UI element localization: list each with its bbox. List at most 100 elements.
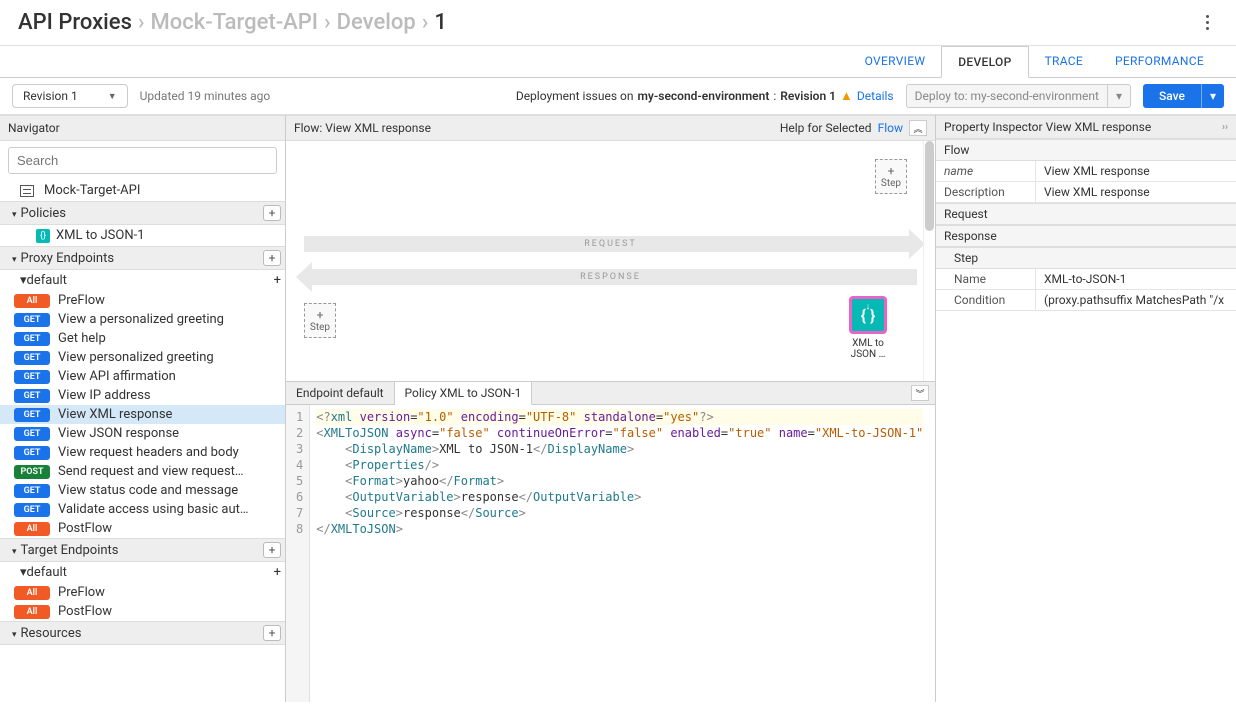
plus-icon: + (878, 164, 904, 178)
flow-canvas: + Step REQUEST RESPONSE + Step { } XML t… (286, 141, 935, 381)
add-target-flow-button[interactable]: + (274, 565, 281, 580)
breadcrumb-root[interactable]: API Proxies (18, 10, 132, 35)
method-badge: POST (14, 465, 50, 479)
nav-flow-item[interactable]: GET View JSON response (0, 424, 285, 443)
nav-flow-label: View a personalized greeting (58, 312, 224, 327)
deploy-to-select[interactable]: Deploy to: my-second-environment ▾ (906, 84, 1131, 108)
prop-row-description: Description View XML response (936, 182, 1236, 203)
details-link[interactable]: Details (857, 89, 894, 103)
navigator-header: Navigator (0, 115, 285, 141)
nav-proxy-endpoints-header[interactable]: ▾Proxy Endpoints + (0, 246, 285, 270)
tab-overview[interactable]: OVERVIEW (849, 46, 942, 77)
nav-flow-item[interactable]: AllPreFlow (0, 583, 285, 602)
nav-proxy-default[interactable]: ▾default + (0, 270, 285, 291)
flow-help-link[interactable]: Flow (878, 121, 903, 135)
request-label: REQUEST (584, 239, 637, 249)
nav-flow-label: View JSON response (58, 426, 179, 441)
nav-policy-item[interactable]: {} XML to JSON-1 (0, 225, 285, 246)
nav-root-item[interactable]: Mock-Target-API (0, 180, 285, 201)
revision-select[interactable]: Revision 1 ▼ (12, 84, 128, 108)
nav-flow-label: View IP address (58, 388, 151, 403)
nav-flow-label: PreFlow (58, 293, 105, 308)
nav-flow-item[interactable]: GETView XML response (0, 405, 285, 424)
nav-flow-item[interactable]: GETGet help (0, 329, 285, 348)
save-button[interactable]: Save ▾ (1143, 84, 1224, 108)
nav-flow-item[interactable]: AllPostFlow (0, 602, 285, 621)
code-tab-endpoint[interactable]: Endpoint default (286, 382, 395, 404)
xml-to-json-icon: {} (36, 229, 50, 243)
vertical-scrollbar[interactable] (923, 141, 935, 381)
nav-flow-item[interactable]: All PreFlow (0, 291, 285, 310)
nav-flow-item[interactable]: GET View IP address (0, 386, 285, 405)
prop-row-step-name: Name XML-to-JSON-1 (936, 269, 1236, 290)
arrow-left-icon (296, 262, 312, 292)
tab-performance[interactable]: PERFORMANCE (1099, 46, 1220, 77)
nav-target-endpoints-header[interactable]: ▾Target Endpoints + (0, 538, 285, 562)
nav-target-default[interactable]: ▾default + (0, 562, 285, 583)
chevron-down-icon: ▾ (1201, 84, 1224, 108)
nav-flow-label: PostFlow (58, 604, 112, 619)
caret-down-icon: ▾ (12, 630, 17, 640)
method-badge: GET (14, 351, 50, 365)
caret-down-icon: ▾ (12, 255, 17, 265)
breadcrumb: API Proxies › Mock-Target-API › Develop … (18, 10, 1196, 35)
warning-icon: ▲ (840, 88, 853, 104)
method-badge: GET (14, 313, 50, 327)
add-proxy-endpoint-button[interactable]: + (263, 250, 281, 266)
tab-trace[interactable]: TRACE (1029, 46, 1099, 77)
chevron-right-icon: › (138, 10, 145, 35)
tab-develop[interactable]: DEVELOP (941, 46, 1028, 78)
policy-step-xml-to-json[interactable]: { } XML to JSON … (849, 296, 887, 360)
prop-section-response: Response (936, 225, 1236, 247)
nav-flow-label: View API affirmation (58, 369, 176, 384)
code-editor[interactable]: 12345678 <?xml version="1.0" encoding="U… (286, 405, 935, 702)
add-policy-button[interactable]: + (263, 205, 281, 221)
nav-flow-label: Get help (58, 331, 106, 346)
nav-flow-item[interactable]: GET View a personalized greeting (0, 310, 285, 329)
collapse-code-icon[interactable]: ︾ (911, 385, 929, 401)
add-step-button-bottom[interactable]: + Step (304, 303, 336, 338)
nav-flow-label: PostFlow (58, 521, 112, 536)
nav-flow-label: View request headers and body (58, 445, 239, 460)
nav-flow-label: View personalized greeting (58, 350, 214, 365)
expand-right-icon[interactable]: ›› (1222, 122, 1228, 133)
nav-flow-item[interactable]: GETValidate access using basic aut… (0, 500, 285, 519)
nav-flow-item[interactable]: GET View status code and message (0, 481, 285, 500)
prop-row-name: name View XML response (936, 161, 1236, 182)
method-badge: GET (14, 427, 50, 441)
flow-header: Flow: View XML response Help for Selecte… (286, 115, 935, 141)
nav-flow-item[interactable]: POST Send request and view request… (0, 462, 285, 481)
nav-flow-label: Send request and view request… (58, 464, 244, 479)
method-badge: GET (14, 446, 50, 460)
add-flow-button[interactable]: + (274, 273, 281, 288)
method-badge: All (14, 294, 50, 308)
nav-flow-label: PreFlow (58, 585, 105, 600)
chevron-down-icon: ▾ (1107, 85, 1130, 107)
nav-flow-item[interactable]: AllPostFlow (0, 519, 285, 538)
nav-policies-header[interactable]: ▾Policies + (0, 201, 285, 225)
nav-flow-label: Validate access using basic aut… (58, 502, 249, 517)
nav-flow-item[interactable]: GETView API affirmation (0, 367, 285, 386)
add-step-button-top[interactable]: + Step (875, 159, 907, 194)
prop-row-condition: Condition (proxy.pathsuffix MatchesPath … (936, 290, 1236, 311)
kebab-menu-icon[interactable] (1196, 12, 1218, 34)
add-target-endpoint-button[interactable]: + (263, 542, 281, 558)
breadcrumb-section[interactable]: Develop (337, 10, 416, 35)
add-resource-button[interactable]: + (263, 625, 281, 641)
breadcrumb-proxy[interactable]: Mock-Target-API (151, 10, 318, 35)
nav-flow-item[interactable]: GET View personalized greeting (0, 348, 285, 367)
prop-section-flow: Flow (936, 139, 1236, 161)
property-inspector-header: Property Inspector View XML response ›› (936, 115, 1236, 139)
search-input[interactable] (8, 147, 277, 174)
chevron-right-icon: › (324, 10, 331, 35)
method-badge: GET (14, 484, 50, 498)
xml-to-json-icon: { } (849, 296, 887, 334)
breadcrumb-revision: 1 (434, 10, 447, 35)
method-badge: GET (14, 389, 50, 403)
nav-flow-item[interactable]: GET View request headers and body (0, 443, 285, 462)
nav-flow-label: View status code and message (58, 483, 238, 498)
nav-resources-header[interactable]: ▾Resources + (0, 621, 285, 645)
collapse-up-icon[interactable]: ︽ (909, 120, 927, 136)
code-tab-policy[interactable]: Policy XML to JSON-1 (395, 382, 533, 405)
nav-flow-label: View XML response (58, 407, 172, 422)
